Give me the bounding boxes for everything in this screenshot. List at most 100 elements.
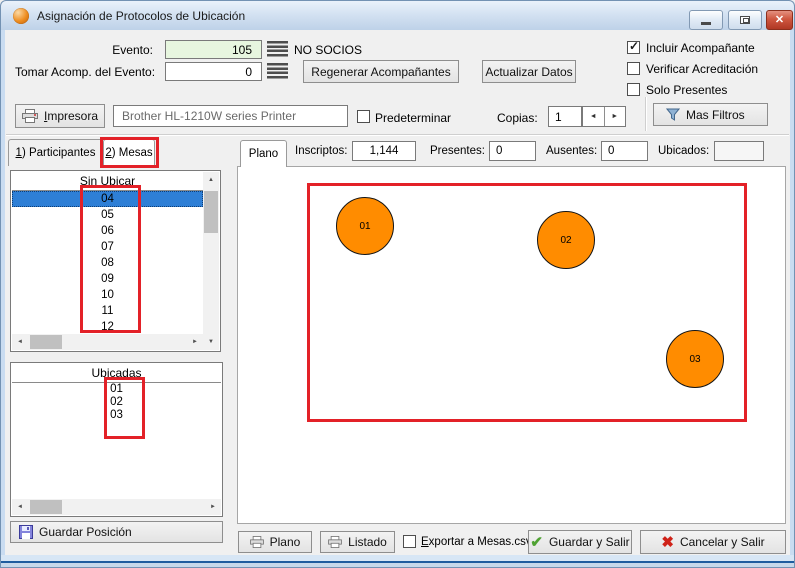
checkbox[interactable] (627, 83, 640, 96)
ausentes-value: 0 (601, 141, 648, 161)
tomar-acomp-input[interactable]: 0 (165, 62, 262, 81)
tab-participantes[interactable]: 1) Participantes (8, 139, 103, 166)
list-item[interactable]: 03 (12, 409, 221, 422)
horizontal-scrollbar[interactable]: ◄ ► (12, 499, 221, 515)
maximize-button[interactable] (728, 10, 762, 30)
copias-label: Copias: (497, 111, 538, 125)
predeterminar-label: Predeterminar (375, 111, 451, 125)
checkbox[interactable]: ✓ (627, 41, 640, 54)
print-plano-button[interactable]: Plano (238, 531, 312, 553)
checkbox[interactable] (627, 62, 640, 75)
spinner-down-icon[interactable]: ◄ (583, 107, 604, 126)
scroll-right-icon[interactable]: ► (187, 334, 203, 350)
separator (6, 134, 789, 136)
window-frame-left (0, 30, 5, 555)
checkbox-label: Verificar Acreditación (646, 62, 758, 76)
guardar-posicion-label: Guardar Posición (39, 525, 132, 539)
cross-icon: ✖ (661, 535, 674, 550)
guardar-y-salir-button[interactable]: ✔ Guardar y Salir (528, 530, 632, 554)
ausentes-label: Ausentes: (546, 145, 597, 157)
tomar-acomp-lookup-icon[interactable] (267, 63, 288, 79)
window-frame-bottom (0, 555, 795, 568)
window-frame-right (790, 30, 795, 555)
app-icon (13, 8, 29, 24)
filter-checkbox-row[interactable]: Solo Presentes (627, 81, 727, 98)
check-icon: ✔ (530, 535, 543, 550)
scroll-down-icon[interactable]: ▼ (203, 334, 219, 350)
table-circle[interactable]: 03 (666, 330, 724, 388)
title-bar[interactable]: Asignación de Protocolos de Ubicación ✕ (0, 0, 795, 30)
tomar-acomp-label: Tomar Acomp. del Evento: (15, 65, 153, 79)
tab-mesas-label: 2) Mesas (105, 147, 152, 159)
ubicadas-items: 010203 (12, 383, 221, 499)
impresora-button[interactable]: Impresora (15, 104, 105, 128)
separator (645, 97, 647, 131)
print-plano-label: Plano (270, 535, 301, 549)
table-circle[interactable]: 01 (336, 197, 394, 255)
window-title: Asignación de Protocolos de Ubicación (37, 9, 245, 23)
actualizar-datos-button[interactable]: Actualizar Datos (482, 60, 576, 83)
cancelar-y-salir-label: Cancelar y Salir (680, 535, 765, 549)
list-item[interactable]: 09 (12, 271, 203, 287)
presentes-value: 0 (489, 141, 536, 161)
close-button[interactable]: ✕ (766, 10, 793, 30)
printer-icon (22, 109, 38, 123)
vertical-scrollbar[interactable]: ▲ ▼ (203, 172, 219, 350)
list-item[interactable]: 01 (12, 383, 221, 396)
evento-input[interactable]: 105 (165, 40, 262, 59)
tab-mesas[interactable]: 2) Mesas (103, 139, 155, 166)
list-item[interactable]: 10 (12, 287, 203, 303)
list-item[interactable]: 08 (12, 255, 203, 271)
tab-participantes-label: 1) Participantes (16, 147, 96, 159)
inscriptos-value: 1,144 (352, 141, 416, 161)
minimize-icon (701, 22, 711, 25)
copias-input[interactable]: 1 (548, 106, 582, 127)
guardar-posicion-button[interactable]: Guardar Posición (10, 521, 223, 543)
sin-ubicar-header: Sin Ubicar (12, 172, 203, 191)
filter-funnel-icon (666, 108, 680, 121)
list-item[interactable]: 12 (12, 319, 203, 334)
scroll-right-icon[interactable]: ► (205, 499, 221, 515)
print-listado-label: Listado (348, 535, 387, 549)
save-floppy-icon (19, 525, 33, 539)
tab-plano[interactable]: Plano (240, 140, 287, 167)
presentes-label: Presentes: (430, 145, 485, 157)
checkbox-label: Solo Presentes (646, 83, 727, 97)
exportar-checkbox[interactable] (403, 535, 416, 548)
predeterminar-checkbox[interactable] (357, 110, 370, 123)
ubicadas-list: Ubicadas 010203 ◄ ► (10, 362, 223, 517)
regenerar-acompanantes-button[interactable]: Regenerar Acompañantes (303, 60, 459, 83)
scroll-thumb[interactable] (30, 500, 62, 514)
sin-ubicar-items: 040506070809101112 (12, 191, 203, 334)
scroll-left-icon[interactable]: ◄ (12, 499, 28, 515)
evento-lookup-icon[interactable] (267, 41, 288, 57)
scroll-left-icon[interactable]: ◄ (12, 334, 28, 350)
list-item[interactable]: 07 (12, 239, 203, 255)
copias-spinner[interactable]: ◄ ► (582, 106, 626, 127)
list-item[interactable]: 02 (12, 396, 221, 409)
scroll-up-icon[interactable]: ▲ (203, 172, 219, 188)
horizontal-scrollbar[interactable]: ◄ ► (12, 334, 203, 350)
list-item[interactable]: 06 (12, 223, 203, 239)
ubicados-value (714, 141, 764, 161)
minimize-button[interactable] (689, 10, 723, 30)
ubicados-label: Ubicados: (658, 145, 709, 157)
printer-name-field[interactable]: Brother HL-1210W series Printer (113, 105, 348, 127)
list-item[interactable]: 04 (12, 191, 203, 207)
scroll-thumb[interactable] (204, 191, 218, 233)
list-item[interactable]: 05 (12, 207, 203, 223)
mas-filtros-button[interactable]: Mas Filtros (653, 103, 768, 126)
filter-checkbox-row[interactable]: ✓Incluir Acompañante (627, 39, 755, 56)
print-listado-button[interactable]: Listado (320, 531, 395, 553)
scroll-thumb[interactable] (30, 335, 62, 349)
table-circle[interactable]: 02 (537, 211, 595, 269)
filter-checkboxes: ✓Incluir Acompañante Verificar Acreditaci… (627, 39, 787, 103)
check-icon: ✓ (629, 39, 639, 53)
mas-filtros-label: Mas Filtros (686, 108, 745, 122)
cancelar-y-salir-button[interactable]: ✖ Cancelar y Salir (640, 530, 786, 554)
plan-canvas[interactable]: 01 02 03 (307, 183, 747, 422)
guardar-y-salir-label: Guardar y Salir (549, 535, 630, 549)
list-item[interactable]: 11 (12, 303, 203, 319)
filter-checkbox-row[interactable]: Verificar Acreditación (627, 60, 758, 77)
spinner-up-icon[interactable]: ► (604, 107, 626, 126)
